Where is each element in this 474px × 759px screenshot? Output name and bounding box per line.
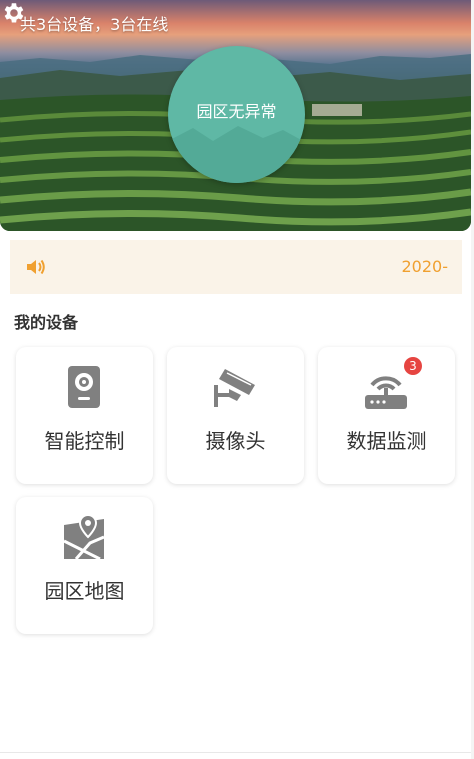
map-icon	[63, 513, 105, 561]
device-label: 园区地图	[44, 579, 125, 603]
device-tile-camera[interactable]: 摄像头	[167, 347, 304, 484]
notification-badge: 3	[404, 357, 422, 375]
section-title-my-devices: 我的设备	[14, 313, 79, 332]
park-status-text: 园区无异常	[196, 102, 277, 121]
smart-control-icon	[68, 366, 100, 408]
device-label: 摄像头	[205, 429, 266, 453]
notice-bar[interactable]: 2020-	[10, 240, 462, 294]
camera-icon	[214, 369, 255, 407]
device-summary: 共3台设备，3台在线	[20, 15, 169, 34]
device-label: 智能控制	[44, 429, 125, 453]
divider	[0, 752, 471, 753]
hero-banner: 共3台设备，3台在线 园区无异常	[0, 0, 471, 231]
device-tile-data-monitoring[interactable]: 3 数据监测	[318, 347, 455, 484]
speaker-icon	[27, 259, 45, 275]
device-tile-smart-control[interactable]: 智能控制	[16, 347, 153, 484]
notice-text: 2020-	[401, 257, 449, 276]
router-icon	[365, 376, 407, 409]
gear-icon[interactable]	[0, 0, 26, 26]
park-status-circle: 园区无异常	[168, 46, 305, 183]
device-tile-park-map[interactable]: 园区地图	[16, 497, 153, 634]
device-label: 数据监测	[346, 429, 427, 453]
